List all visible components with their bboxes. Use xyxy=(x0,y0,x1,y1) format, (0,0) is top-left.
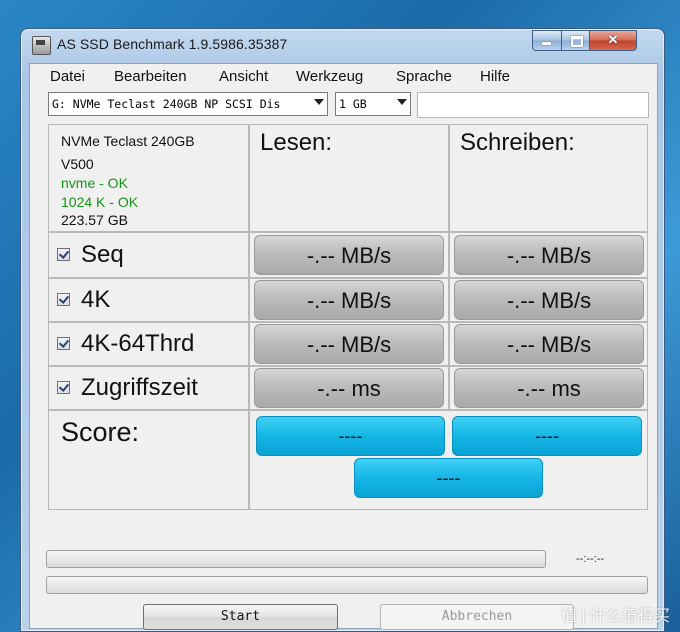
score-total: ---- xyxy=(354,458,543,498)
seq-checkbox[interactable] xyxy=(57,248,70,261)
results-grid: NVMe Teclast 240GB V500 nvme - OK 1024 K… xyxy=(48,124,648,547)
drive-select[interactable]: G: NVMe Teclast 240GB NP SCSI Dis xyxy=(48,92,328,116)
drive-info-panel: NVMe Teclast 240GB V500 nvme - OK 1024 K… xyxy=(48,124,249,232)
progress-bar-test xyxy=(46,550,546,568)
client-area: Datei Bearbeiten Ansicht Werkzeug Sprach… xyxy=(29,63,658,630)
read-header: Lesen: xyxy=(260,129,333,156)
close-button[interactable]: ✕ xyxy=(589,30,637,51)
menu-datei[interactable]: Datei xyxy=(50,68,85,85)
minimize-button[interactable] xyxy=(532,30,562,51)
access-write-cell: -.-- ms xyxy=(449,366,648,410)
seq-read-cell: -.-- MB/s xyxy=(249,232,449,278)
write-header: Schreiben: xyxy=(460,129,575,156)
score-label-cell: Score: xyxy=(48,410,249,510)
4k64-label: 4K-64Thrd xyxy=(81,330,195,357)
4k-read-cell: -.-- MB/s xyxy=(249,278,449,322)
4k64-read-result: -.-- MB/s xyxy=(254,324,444,364)
4k64-checkbox[interactable] xyxy=(57,337,70,350)
chevron-down-icon xyxy=(397,99,407,105)
blank-field xyxy=(417,92,649,118)
4k64-write-cell: -.-- MB/s xyxy=(449,322,648,366)
access-write-result: -.-- ms xyxy=(454,368,644,408)
access-label: Zugriffszeit xyxy=(81,374,198,401)
score-read: ---- xyxy=(256,416,445,456)
4k64-write-result: -.-- MB/s xyxy=(454,324,644,364)
minimize-icon xyxy=(542,42,551,45)
4k-write-cell: -.-- MB/s xyxy=(449,278,648,322)
access-checkbox[interactable] xyxy=(57,381,70,394)
4k-write-result: -.-- MB/s xyxy=(454,280,644,320)
score-panel: ---- ---- ---- xyxy=(249,410,648,510)
4k64-read-cell: -.-- MB/s xyxy=(249,322,449,366)
maximize-button[interactable] xyxy=(561,30,590,51)
cancel-button[interactable]: Abbrechen xyxy=(380,604,574,630)
access-read-result: -.-- ms xyxy=(254,368,444,408)
test-row-access: Zugriffszeit xyxy=(48,366,249,410)
seq-label: Seq xyxy=(81,241,124,268)
seq-read-result: -.-- MB/s xyxy=(254,235,444,275)
4k-label: 4K xyxy=(81,286,111,313)
4k-read-result: -.-- MB/s xyxy=(254,280,444,320)
size-select[interactable]: 1 GB xyxy=(335,92,411,116)
seq-write-cell: -.-- MB/s xyxy=(449,232,648,278)
size-select-value: 1 GB xyxy=(339,97,367,111)
drive-icon xyxy=(32,36,51,55)
score-write: ---- xyxy=(452,416,642,456)
driver-status: nvme - OK xyxy=(61,175,128,191)
maximize-icon xyxy=(571,36,583,47)
menu-bar: Datei Bearbeiten Ansicht Werkzeug Sprach… xyxy=(30,64,657,88)
watermark: 值 | 什么值得买 xyxy=(560,608,670,625)
menu-ansicht[interactable]: Ansicht xyxy=(219,68,268,85)
4k-checkbox[interactable] xyxy=(57,293,70,306)
progress-bar-total xyxy=(46,576,648,594)
chevron-down-icon xyxy=(314,99,324,105)
score-label: Score: xyxy=(61,417,140,447)
start-button[interactable]: Start xyxy=(143,604,338,630)
window-title: AS SSD Benchmark 1.9.5986.35387 xyxy=(57,36,288,52)
close-icon: ✕ xyxy=(607,32,619,47)
elapsed-time: --:--:-- xyxy=(576,553,605,565)
seq-write-result: -.-- MB/s xyxy=(454,235,644,275)
drive-capacity: 223.57 GB xyxy=(61,212,128,228)
title-bar[interactable]: AS SSD Benchmark 1.9.5986.35387 ✕ xyxy=(21,29,664,63)
test-row-4k64: 4K-64Thrd xyxy=(48,322,249,366)
drive-select-value: G: NVMe Teclast 240GB NP SCSI Dis xyxy=(52,97,281,111)
test-row-4k: 4K xyxy=(48,278,249,322)
app-window: AS SSD Benchmark 1.9.5986.35387 ✕ Datei … xyxy=(20,28,665,632)
menu-hilfe[interactable]: Hilfe xyxy=(480,68,510,85)
write-header-cell: Schreiben: xyxy=(449,124,648,232)
access-read-cell: -.-- ms xyxy=(249,366,449,410)
drive-firmware: V500 xyxy=(61,156,94,172)
menu-werkzeug[interactable]: Werkzeug xyxy=(296,68,363,85)
drive-name: NVMe Teclast 240GB xyxy=(61,133,195,149)
alignment-status: 1024 K - OK xyxy=(61,194,139,210)
menu-bearbeiten[interactable]: Bearbeiten xyxy=(114,68,187,85)
test-row-seq: Seq xyxy=(48,232,249,278)
read-header-cell: Lesen: xyxy=(249,124,449,232)
menu-sprache[interactable]: Sprache xyxy=(396,68,452,85)
